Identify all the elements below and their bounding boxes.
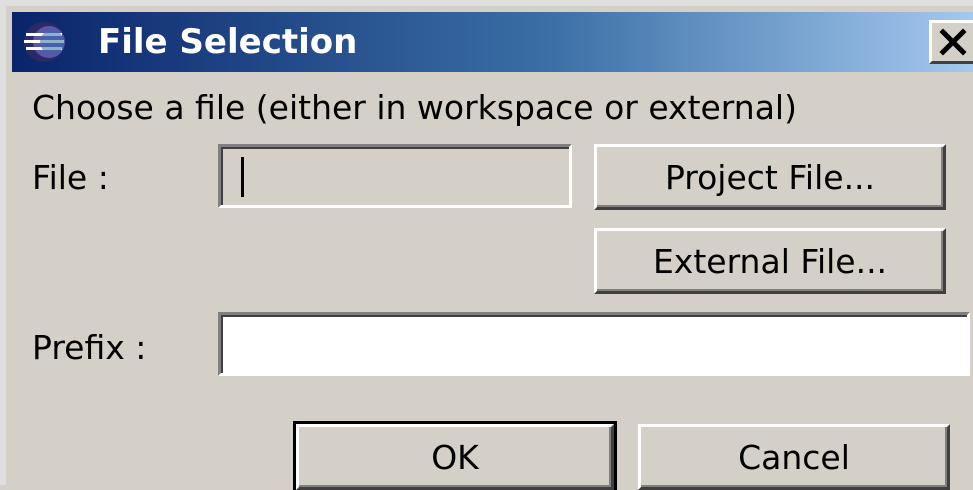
ok-button[interactable]: OK	[293, 421, 617, 490]
file-label: File :	[32, 158, 109, 197]
external-file-button[interactable]: External File...	[594, 228, 946, 294]
text-caret	[241, 157, 244, 197]
file-input[interactable]	[221, 147, 569, 205]
prefix-input[interactable]	[221, 315, 967, 373]
prefix-field[interactable]	[218, 312, 970, 376]
file-field[interactable]	[218, 144, 572, 208]
eclipse-icon	[22, 20, 66, 64]
file-selection-dialog: File Selection Choose a file (either in …	[0, 0, 973, 490]
instruction-text: Choose a file (either in workspace or ex…	[32, 88, 797, 127]
window-title: File Selection	[98, 22, 358, 62]
title-bar[interactable]: File Selection	[12, 12, 973, 72]
prefix-label: Prefix :	[32, 328, 147, 367]
close-button[interactable]	[929, 20, 973, 64]
project-file-button[interactable]: Project File...	[594, 144, 946, 210]
cancel-button[interactable]: Cancel	[638, 424, 950, 490]
